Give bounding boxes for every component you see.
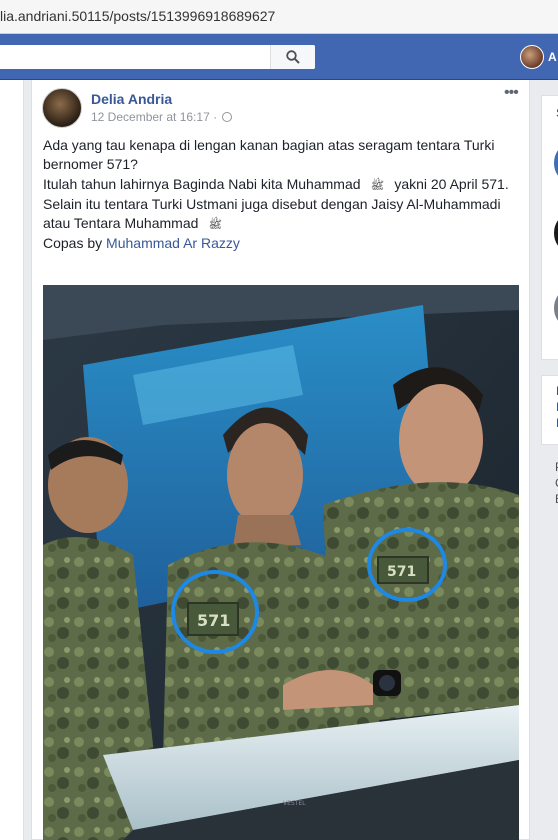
monitor-brand-text: VESTEL [283, 800, 306, 807]
right-column: S E E E P C E [541, 80, 558, 840]
author-name[interactable]: Delia Andria [91, 91, 172, 107]
svg-text:571: 571 [387, 564, 416, 580]
browser-url-bar[interactable]: lia.andriani.50115/posts/151399691868962… [0, 0, 558, 34]
post-timestamp[interactable]: 12 December at 16:17 [91, 110, 210, 124]
post-photo[interactable]: 571 571 VESTEL [43, 285, 519, 840]
user-name-initial[interactable]: A [548, 50, 557, 64]
post-paragraph-2: Itulah tahun lahirnya Baginda Nabi kita … [43, 175, 523, 195]
post-paragraph-2-start: Itulah tahun lahirnya Baginda Nabi kita … [43, 175, 361, 192]
credit-link[interactable]: Muhammad Ar Razzy [106, 235, 240, 251]
contact-avatar-3[interactable] [554, 291, 558, 325]
post-paragraph-2-end: yakni 20 April 571. [394, 175, 509, 192]
left-column [0, 80, 24, 840]
right-column-card-1: S [541, 95, 558, 360]
post-paragraph-3: Selain itu tentara Turki Ustmani juga di… [43, 195, 523, 235]
search-button[interactable] [270, 45, 315, 69]
contact-avatar-1[interactable] [554, 146, 558, 180]
globe-icon[interactable] [222, 112, 233, 122]
svg-text:571: 571 [197, 611, 230, 630]
post-paragraph-4: Copas by Muhammad Ar Razzy [43, 234, 523, 253]
user-avatar[interactable] [520, 45, 544, 69]
honorific-glyph: ﷺ [370, 178, 385, 192]
post-card: Delia Andria 12 December at 16:17 · ••• … [31, 80, 530, 840]
right-column-card-2: E E E [541, 375, 558, 445]
honorific-glyph-2: ﷺ [208, 218, 222, 232]
url-text[interactable]: lia.andriani.50115/posts/151399691868962… [0, 8, 275, 24]
post-text: Ada yang tau kenapa di lengan kanan bagi… [43, 136, 523, 254]
post-meta: 12 December at 16:17 · [91, 110, 233, 124]
post-paragraph-3-text: Selain itu tentara Turki Ustmani juga di… [43, 195, 501, 232]
meta-separator: · [213, 110, 218, 124]
credit-prefix: Copas by [43, 235, 103, 252]
search-icon [286, 50, 300, 64]
contact-avatar-2[interactable] [554, 216, 558, 250]
post-paragraph-1: Ada yang tau kenapa di lengan kanan bagi… [43, 137, 495, 173]
search-input[interactable] [0, 45, 315, 69]
more-options-button[interactable]: ••• [504, 84, 519, 102]
facebook-top-bar: A [0, 34, 558, 80]
author-avatar[interactable] [42, 88, 82, 128]
soldiers-photo: 571 571 VESTEL [43, 285, 519, 840]
